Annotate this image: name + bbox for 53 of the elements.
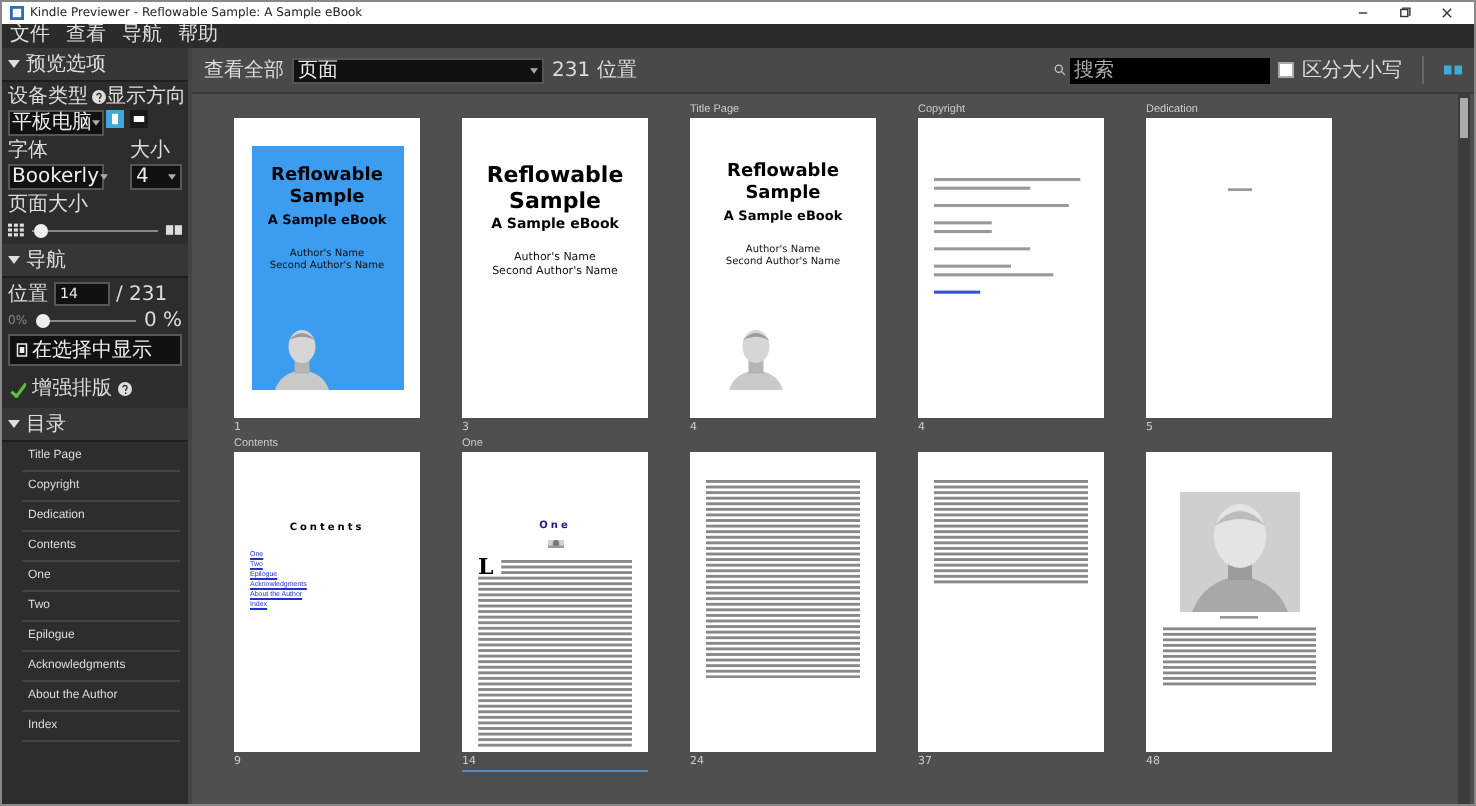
typesetting-label: 增强排版 bbox=[32, 378, 112, 400]
page-thumbnail[interactable] bbox=[918, 118, 1104, 418]
close-icon[interactable] bbox=[1440, 6, 1454, 20]
match-case-label: 区分大小写 bbox=[1302, 59, 1402, 81]
view-label: 查看全部 bbox=[204, 59, 284, 81]
landscape-icon[interactable] bbox=[130, 110, 148, 128]
menu-item[interactable]: 查看 bbox=[66, 24, 106, 48]
book-title: Reflowable Sample bbox=[269, 166, 385, 210]
section-header[interactable]: 预览选项 bbox=[2, 48, 188, 82]
font-dropdown[interactable]: Bookerly bbox=[8, 164, 104, 190]
caret-icon bbox=[530, 67, 538, 73]
page-thumbnail[interactable] bbox=[690, 452, 876, 752]
locate-icon bbox=[16, 342, 28, 358]
size-label: 大小 bbox=[130, 140, 172, 162]
page-thumbnail[interactable] bbox=[1146, 118, 1332, 418]
size-dropdown[interactable]: 4 bbox=[130, 164, 182, 190]
page-thumbnail[interactable] bbox=[1146, 452, 1332, 752]
device-label: 设备类型 bbox=[8, 86, 88, 108]
show-in-selection-button[interactable]: 在选择中显示 bbox=[8, 334, 182, 366]
view-dropdown[interactable]: 页面 bbox=[292, 57, 544, 83]
match-case-checkbox[interactable] bbox=[1278, 62, 1294, 78]
orientation-label: 显示方向 bbox=[106, 86, 186, 108]
caret-icon bbox=[92, 120, 100, 126]
page-thumbnail[interactable] bbox=[918, 452, 1104, 752]
menu-item[interactable]: 帮助 bbox=[178, 24, 218, 48]
text-line-drawing bbox=[1227, 188, 1251, 192]
minimize-icon[interactable] bbox=[1356, 6, 1370, 20]
large-grid-icon[interactable] bbox=[166, 222, 182, 238]
help-icon[interactable] bbox=[118, 382, 132, 396]
search-icon bbox=[1054, 64, 1066, 76]
location-count: 231 位置 bbox=[552, 59, 637, 81]
section-header[interactable]: 导航 bbox=[2, 244, 188, 278]
menu-item[interactable]: 导航 bbox=[122, 24, 162, 48]
page-size-label: 页面大小 bbox=[8, 194, 90, 216]
book-title: Reflowable Sample bbox=[485, 162, 625, 214]
font-label: 字体 bbox=[8, 140, 50, 162]
caret-icon bbox=[99, 174, 107, 180]
book-title: Reflowable Sample bbox=[725, 162, 841, 206]
drop-cap: L bbox=[478, 556, 494, 578]
portrait-icon[interactable] bbox=[106, 110, 124, 128]
caret-icon bbox=[168, 174, 176, 180]
restore-icon[interactable] bbox=[1398, 6, 1412, 20]
grid-icon[interactable] bbox=[8, 222, 24, 238]
progress-reading: 0 % bbox=[143, 309, 182, 331]
section-header[interactable]: 目录 bbox=[2, 408, 188, 442]
location-label: 位置 bbox=[8, 283, 48, 305]
menu-item[interactable]: 文件 bbox=[10, 24, 50, 48]
device-dropdown[interactable]: 平板电脑 bbox=[8, 110, 104, 136]
search-field[interactable]: 搜索 bbox=[1070, 57, 1270, 83]
scrollbar[interactable] bbox=[1458, 94, 1470, 804]
location-total: / 231 bbox=[116, 283, 168, 305]
help-icon[interactable] bbox=[92, 90, 106, 104]
view-mode-icon[interactable] bbox=[1444, 64, 1462, 76]
